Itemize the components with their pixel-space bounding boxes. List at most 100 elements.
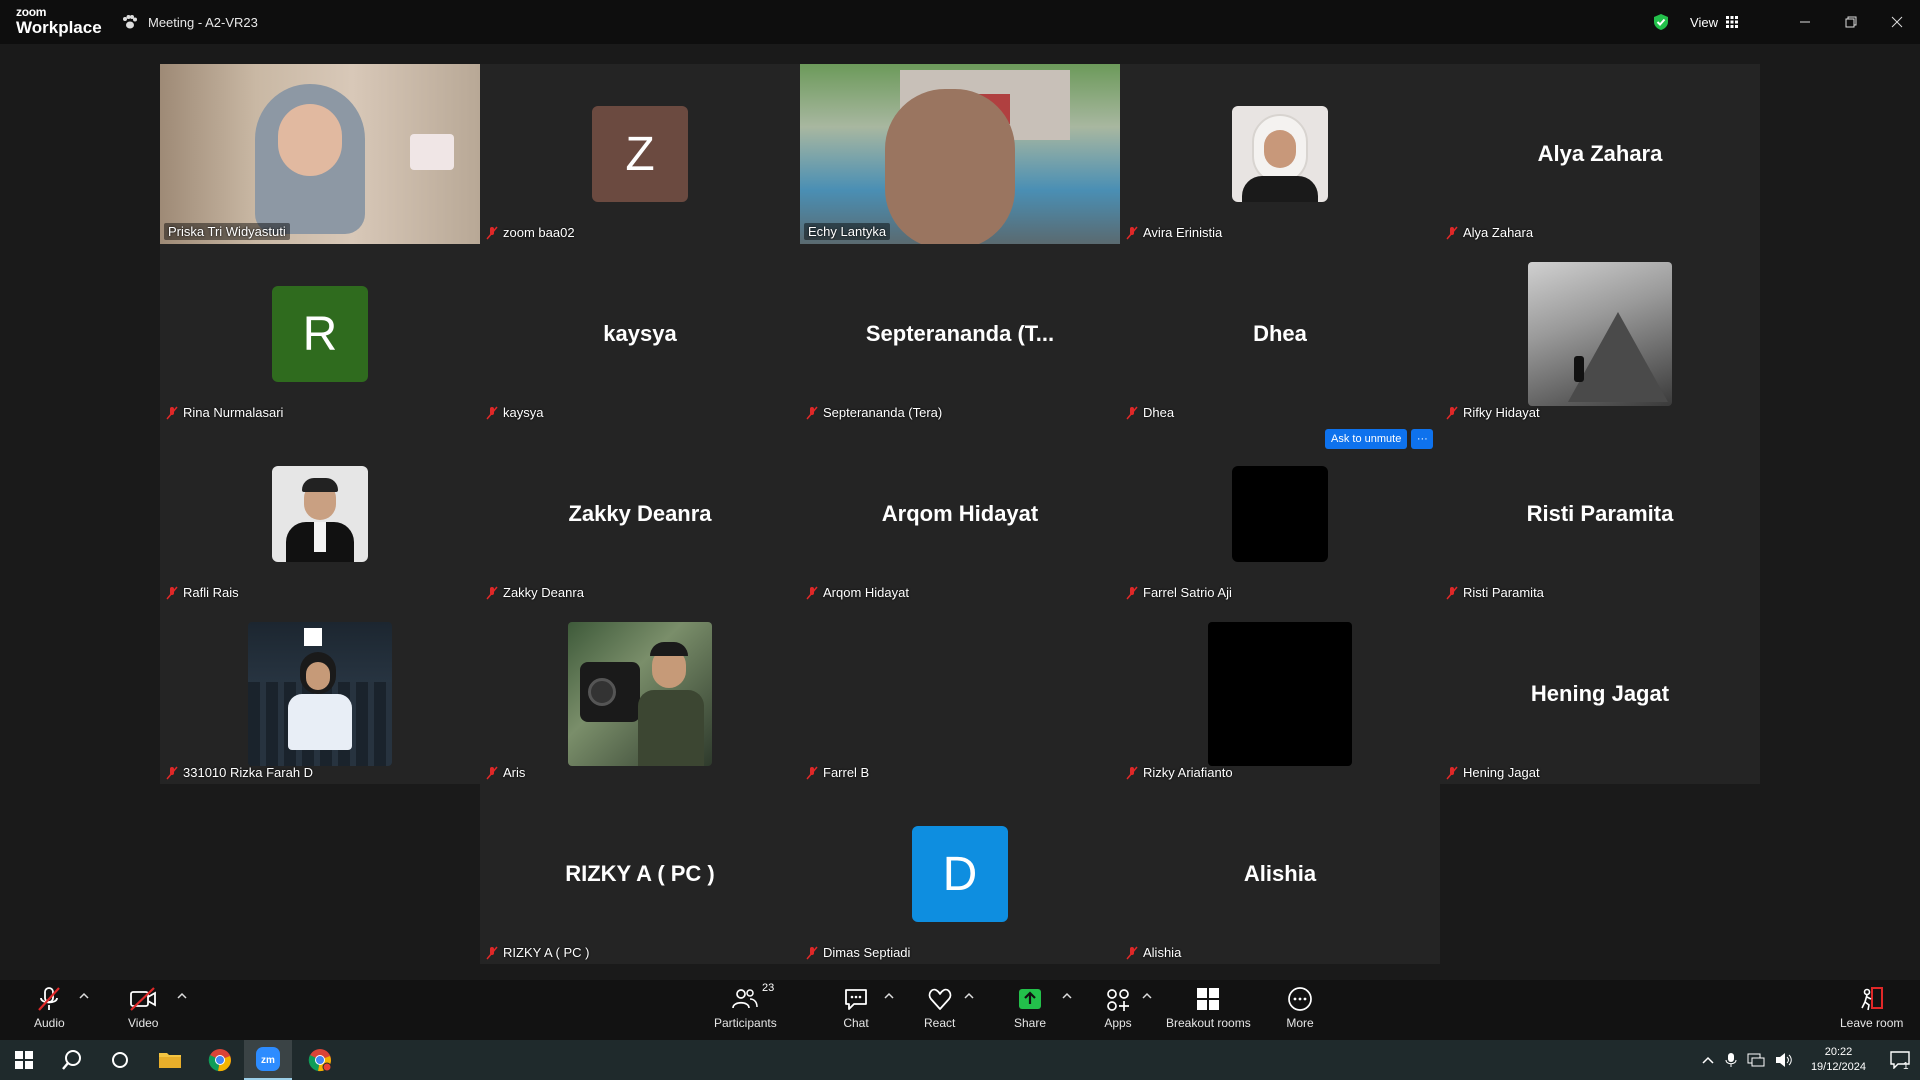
participant-tile[interactable]: Rifky Hidayat [1440, 244, 1760, 424]
participant-tile[interactable]: Rafli Rais [160, 424, 480, 604]
video-gallery: Priska Tri Widyastuti Z zoom baa02 Echy … [0, 44, 1920, 980]
windows-logo-icon [15, 1051, 33, 1069]
windows-taskbar: zm 20:22 19/12/2024 1 [0, 1040, 1920, 1080]
show-hidden-icons-chevron-icon[interactable] [1701, 1055, 1715, 1065]
participant-video [160, 64, 480, 244]
participant-tile[interactable]: Priska Tri Widyastuti [160, 64, 480, 244]
search-icon [62, 1050, 81, 1070]
folder-icon [159, 1053, 181, 1068]
apps-options-chevron-icon[interactable] [1142, 992, 1152, 1000]
participant-tile[interactable]: Zakky Deanra Zakky Deanra [480, 424, 800, 604]
participant-display-name: RIZKY A ( PC ) [565, 861, 715, 886]
minimize-button[interactable] [1782, 0, 1828, 44]
participant-tile[interactable]: Z zoom baa02 [480, 64, 800, 244]
participant-tile[interactable]: Avira Erinistia [1120, 64, 1440, 244]
participant-tile[interactable]: Alya Zahara Alya Zahara [1440, 64, 1760, 244]
participant-tile[interactable]: Dhea Dhea [1120, 244, 1440, 424]
volume-icon[interactable] [1775, 1052, 1793, 1068]
more-options-button[interactable]: ··· [1411, 429, 1434, 449]
video-options-chevron-icon[interactable] [177, 992, 187, 1000]
participant-tile[interactable]: kaysya kaysya [480, 244, 800, 424]
cortana-button[interactable] [96, 1040, 144, 1080]
participant-tile[interactable]: Alishia Alishia [1120, 784, 1440, 964]
zoom-logo: zoom Workplace [16, 6, 102, 36]
chrome-button[interactable] [196, 1040, 244, 1080]
audio-label: Audio [34, 1016, 65, 1030]
chrome-icon [208, 1049, 231, 1072]
meeting-info[interactable]: Meeting - A2-VR23 [122, 0, 258, 44]
leave-room-button[interactable]: Leave room [1840, 986, 1903, 1030]
participant-display-name: Alishia [1243, 861, 1317, 886]
participant-name: Rizky Ariafianto [1143, 765, 1233, 780]
file-explorer-button[interactable] [146, 1040, 194, 1080]
mic-muted-icon [166, 586, 178, 599]
microphone-icon[interactable] [1725, 1052, 1737, 1068]
share-options-chevron-icon[interactable] [1062, 992, 1072, 1000]
breakout-rooms-button[interactable]: Breakout rooms [1166, 986, 1251, 1030]
participant-tile[interactable]: R Rina Nurmalasari [160, 244, 480, 424]
meeting-paw-icon [123, 15, 137, 29]
mic-muted-icon [1126, 586, 1138, 599]
more-button[interactable]: More [1286, 986, 1314, 1030]
participant-name: Rafli Rais [183, 585, 239, 600]
share-label: Share [1014, 1016, 1047, 1030]
chrome-profile-button[interactable] [296, 1040, 344, 1080]
react-button[interactable]: React [924, 986, 955, 1030]
participant-display-name: Septerananda (T... [865, 321, 1055, 346]
more-label: More [1286, 1016, 1314, 1030]
clock[interactable]: 20:22 19/12/2024 [1811, 1045, 1866, 1075]
video-button[interactable]: Video [128, 986, 158, 1030]
participant-name: Priska Tri Widyastuti [168, 224, 286, 239]
participant-tile[interactable]: Risti Paramita Risti Paramita [1440, 424, 1760, 604]
participant-name: Alya Zahara [1463, 225, 1534, 240]
participant-tile[interactable]: Arqom Hidayat Arqom Hidayat [800, 424, 1120, 604]
avatar-initial: R [302, 307, 338, 361]
audio-button[interactable]: Audio [34, 986, 65, 1030]
mic-muted-icon [1126, 946, 1138, 959]
react-options-chevron-icon[interactable] [964, 992, 974, 1000]
participant-tile[interactable]: 331010 Rizka Farah D [160, 604, 480, 784]
start-button[interactable] [0, 1040, 48, 1080]
restore-button[interactable] [1828, 0, 1874, 44]
participant-tile[interactable]: D Dimas Septiadi [800, 784, 1120, 964]
clock-date: 19/12/2024 [1810, 1061, 1866, 1073]
ask-to-unmute-button[interactable]: Ask to unmute [1325, 429, 1408, 449]
participant-tile[interactable]: Aris [480, 604, 800, 784]
participant-tile[interactable]: Septerananda (T... Septerananda (Tera) [800, 244, 1120, 424]
participants-count: 23 [762, 982, 775, 994]
notification-center-button[interactable]: 1 [1880, 1040, 1920, 1080]
zoom-taskbar-button[interactable]: zm [244, 1040, 292, 1080]
participant-name: RIZKY A ( PC ) [503, 945, 590, 960]
view-button[interactable]: View [1690, 15, 1738, 30]
participant-display-name: Alya Zahara [1537, 141, 1663, 166]
minimize-icon [1800, 21, 1810, 23]
meeting-toolbar: Audio Video Participants 23 Chat React S… [0, 980, 1920, 1040]
participant-avatar: D [912, 826, 1008, 922]
network-icon[interactable] [1747, 1052, 1765, 1068]
video-off-icon [130, 987, 157, 1011]
share-button[interactable]: Share [1014, 986, 1046, 1030]
participant-tile[interactable]: Rizky Ariafianto [1120, 604, 1440, 784]
close-button[interactable] [1874, 0, 1920, 44]
participant-name: Echy Lantyka [808, 224, 887, 239]
participant-tile-active-speaker[interactable]: Echy Lantyka [800, 64, 1120, 244]
chat-button[interactable]: Chat [842, 986, 870, 1030]
chat-options-chevron-icon[interactable] [884, 992, 894, 1000]
breakout-rooms-label: Breakout rooms [1166, 1016, 1251, 1030]
participant-tile[interactable]: Hening Jagat Hening Jagat [1440, 604, 1760, 784]
audio-options-chevron-icon[interactable] [79, 992, 89, 1000]
chrome-profile-icon [308, 1049, 332, 1072]
cortana-circle-icon [112, 1052, 128, 1068]
logo-line2: Workplace [16, 18, 102, 37]
leave-room-label: Leave room [1840, 1016, 1904, 1030]
participant-tile[interactable]: Farrel B [800, 604, 1120, 784]
system-tray: 20:22 19/12/2024 1 [1701, 1040, 1920, 1080]
search-button[interactable] [48, 1040, 96, 1080]
participant-photo [248, 622, 392, 766]
security-shield-icon[interactable] [1652, 13, 1670, 31]
participant-tile[interactable]: RIZKY A ( PC ) RIZKY A ( PC ) [480, 784, 800, 964]
participant-tile[interactable]: Farrel Satrio Aji [1120, 424, 1440, 604]
chat-label: Chat [843, 1016, 869, 1030]
apps-button[interactable]: Apps [1104, 986, 1132, 1030]
react-label: React [924, 1016, 956, 1030]
